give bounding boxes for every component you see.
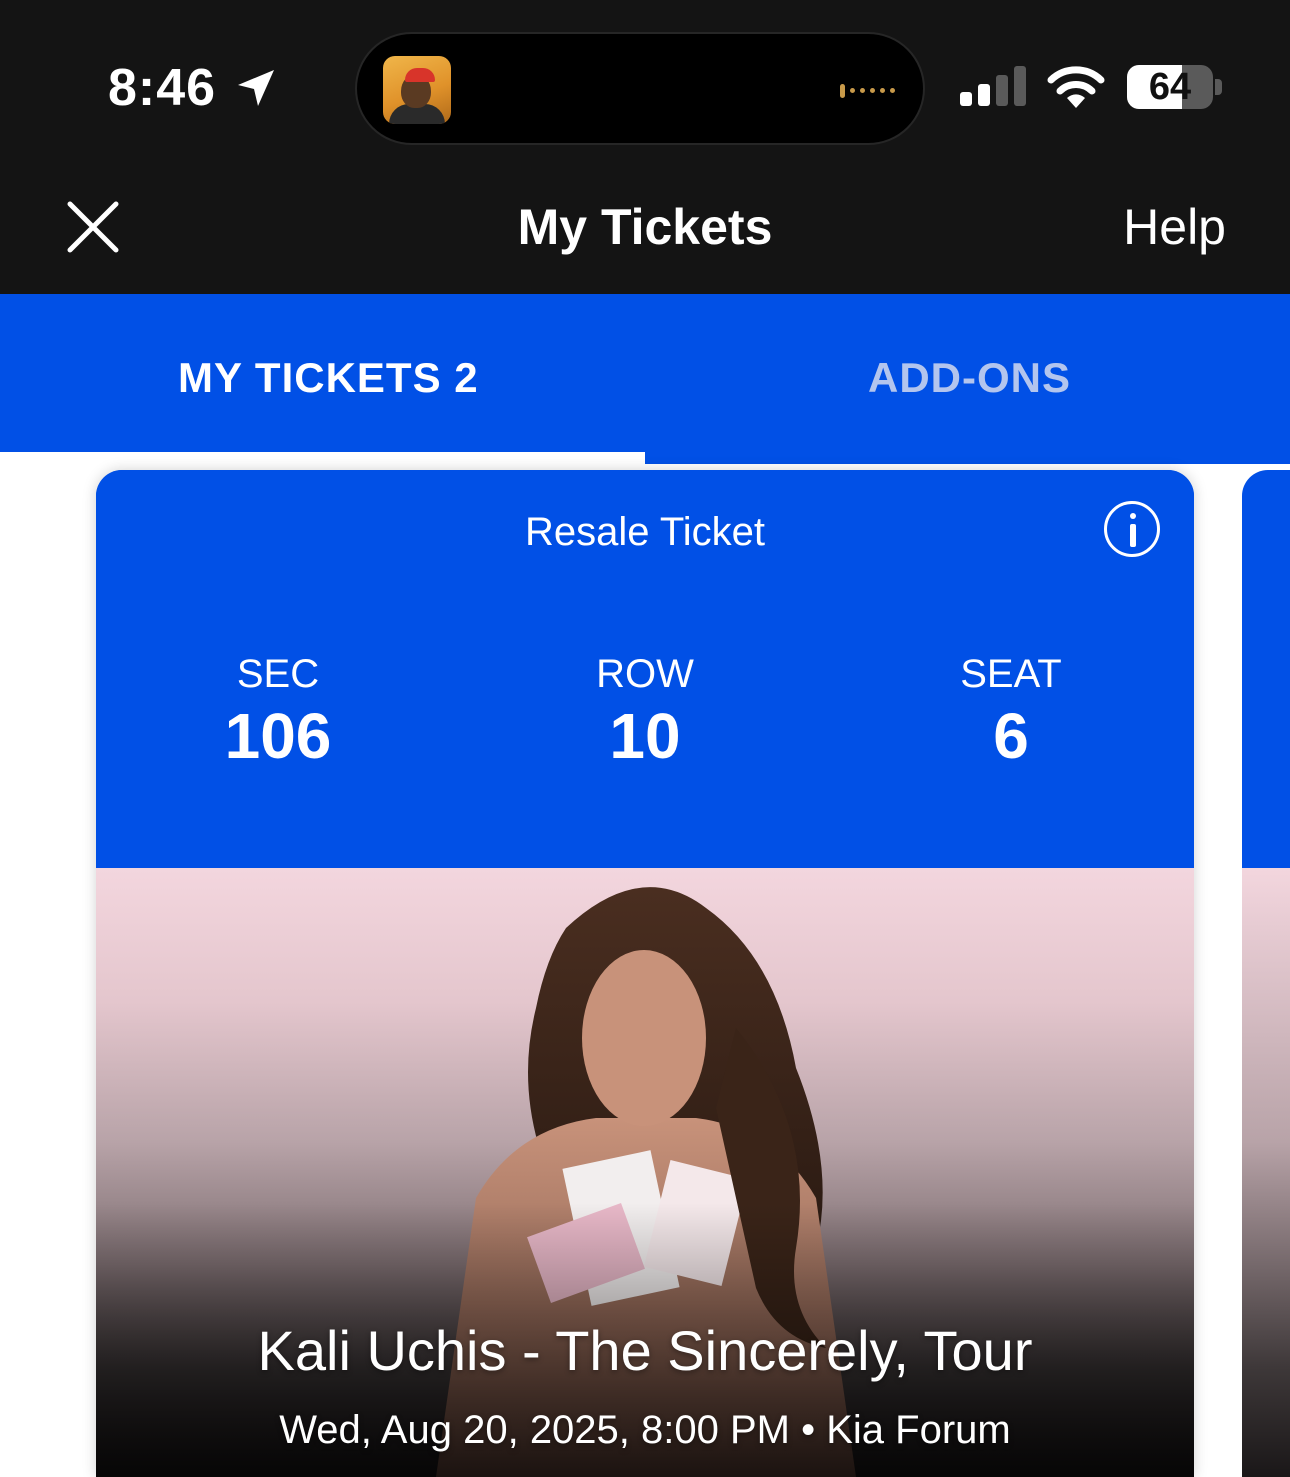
- location-arrow-icon: [238, 70, 274, 106]
- row-value: 10: [609, 700, 681, 772]
- ticket-type-label: Resale Ticket: [524, 510, 766, 554]
- next-ticket-card-peek[interactable]: [1242, 470, 1290, 1477]
- row-info: ROW 10: [525, 652, 765, 776]
- top-bar: 8:46 64 My Tickets Help: [0, 0, 1290, 294]
- event-image: Kali Uchis - The Sincerely, Tour Wed, Au…: [96, 868, 1194, 1477]
- event-name: Kali Uchis - The Sincerely, Tour: [257, 1319, 1033, 1382]
- wifi-icon: [1047, 66, 1105, 108]
- battery-indicator: 64: [1127, 65, 1213, 109]
- cellular-signal-icon: [960, 66, 1026, 106]
- audio-waveform-icon: [835, 82, 895, 100]
- ticket-card[interactable]: Resale Ticket SEC 106 ROW 10 SEAT 6 Kali…: [96, 470, 1194, 1477]
- now-playing-artwork: [383, 56, 451, 124]
- section-label: SEC: [236, 652, 320, 696]
- section-value: 106: [224, 700, 332, 772]
- section-info: SEC 106: [158, 652, 398, 776]
- tab-my-tickets[interactable]: MY TICKETS 2: [178, 354, 479, 402]
- seat-info: SEAT 6: [891, 652, 1131, 776]
- row-label: ROW: [596, 652, 694, 696]
- battery-percent: 64: [1148, 66, 1192, 108]
- page-title: My Tickets: [517, 199, 773, 255]
- seat-label: SEAT: [960, 652, 1062, 696]
- seat-value: 6: [993, 700, 1029, 772]
- battery-nub: [1215, 79, 1222, 95]
- info-icon[interactable]: [1104, 501, 1160, 557]
- event-details: Wed, Aug 20, 2025, 8:00 PM • Kia Forum: [279, 1408, 1011, 1452]
- active-tab-indicator: [0, 452, 645, 464]
- tab-add-ons[interactable]: ADD-ONS: [868, 354, 1071, 402]
- status-time: 8:46: [108, 59, 217, 117]
- dynamic-island[interactable]: [355, 32, 925, 145]
- ticket-header: Resale Ticket SEC 106 ROW 10 SEAT 6: [96, 470, 1194, 868]
- artist-photo: [96, 868, 1194, 1477]
- tab-bar: MY TICKETS 2 ADD-ONS: [0, 294, 1290, 464]
- help-link[interactable]: Help: [1123, 198, 1226, 256]
